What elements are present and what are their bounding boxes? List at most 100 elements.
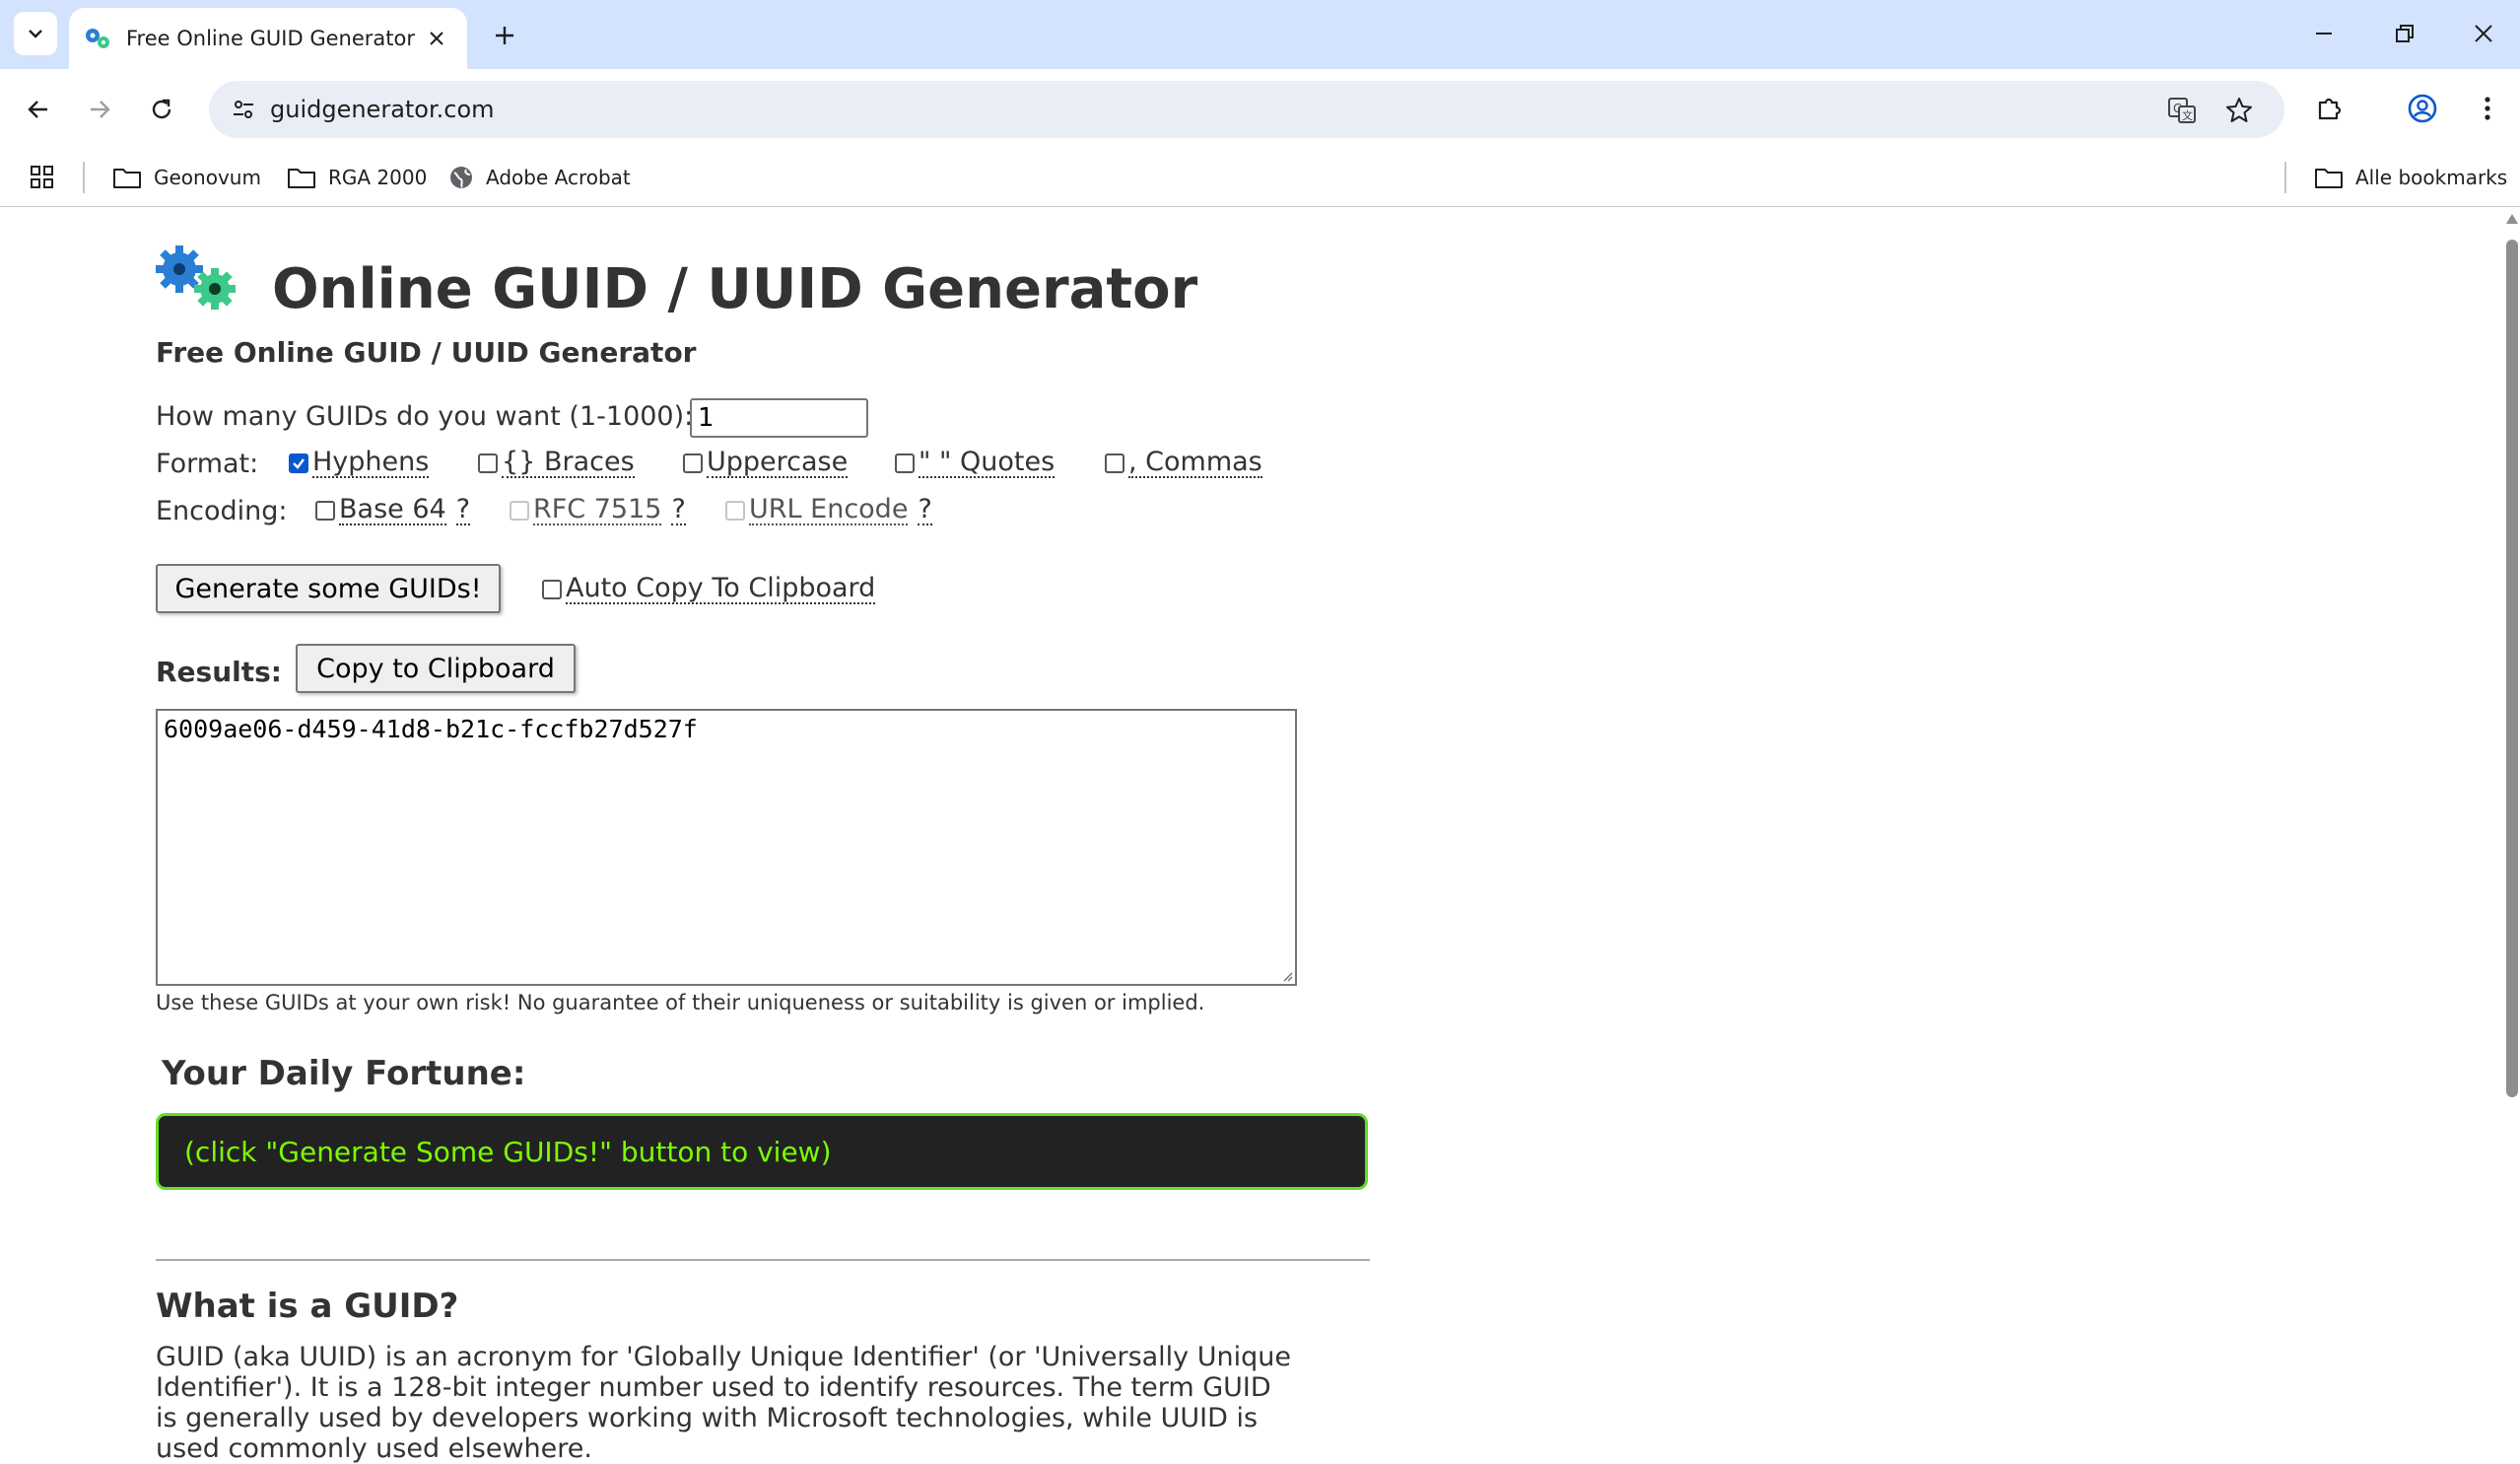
star-bookmark-icon[interactable] xyxy=(2221,93,2257,128)
uppercase-checkbox[interactable] xyxy=(683,453,703,473)
fortune-box: (click "Generate Some GUIDs!" button to … xyxy=(156,1113,1368,1190)
close-window-button[interactable] xyxy=(2460,12,2507,55)
back-button[interactable] xyxy=(18,89,59,130)
guid-count-input[interactable] xyxy=(690,398,868,438)
encoding-rfc7515-option[interactable]: RFC 7515 ? xyxy=(510,496,686,525)
checkmark-icon xyxy=(293,458,305,469)
urlencode-checkbox[interactable] xyxy=(725,501,745,521)
reload-icon xyxy=(152,99,171,119)
bookmark-label: RGA 2000 xyxy=(328,166,428,189)
bookmark-label: Adobe Acrobat xyxy=(486,166,631,189)
commas-label: , Commas xyxy=(1128,447,1262,478)
close-icon xyxy=(2475,25,2492,42)
scroll-up-arrow-icon[interactable] xyxy=(2506,214,2518,224)
count-label: How many GUIDs do you want (1-1000): xyxy=(156,401,694,432)
format-braces-option[interactable]: {} Braces xyxy=(478,449,635,478)
auto-copy-option[interactable]: Auto Copy To Clipboard xyxy=(542,575,876,604)
extensions-button[interactable] xyxy=(2308,87,2351,130)
bookmarks-separator xyxy=(83,162,85,193)
copy-to-clipboard-button[interactable]: Copy to Clipboard xyxy=(296,644,576,693)
reload-button[interactable] xyxy=(141,89,182,130)
encoding-urlencode-option[interactable]: URL Encode ? xyxy=(725,496,932,525)
all-bookmarks-label: Alle bookmarks xyxy=(2355,166,2508,189)
base64-help-link[interactable]: ? xyxy=(455,496,471,525)
base64-checkbox[interactable] xyxy=(315,501,335,521)
hyphens-label: Hyphens xyxy=(312,447,430,478)
tab-close-icon[interactable] xyxy=(422,24,451,53)
page-content: Online GUID / UUID Generator Free Online… xyxy=(0,208,2503,1464)
what-is-guid-heading: What is a GUID? xyxy=(156,1287,459,1326)
rfc7515-help-link[interactable]: ? xyxy=(671,496,686,525)
bookmark-adobe-acrobat[interactable]: Adobe Acrobat xyxy=(448,160,631,195)
rfc7515-checkbox[interactable] xyxy=(510,501,529,521)
url-text[interactable]: guidgenerator.com xyxy=(270,96,495,123)
format-quotes-option[interactable]: " " Quotes xyxy=(895,447,1056,478)
fortune-text: (click "Generate Some GUIDs!" button to … xyxy=(184,1135,832,1168)
profile-button[interactable] xyxy=(2401,87,2444,130)
restore-button[interactable] xyxy=(2381,12,2428,55)
encoding-base64-option[interactable]: Base 64 ? xyxy=(315,494,471,525)
folder-icon xyxy=(2315,169,2343,188)
format-label: Format: xyxy=(156,449,259,479)
commas-checkbox[interactable] xyxy=(1105,453,1124,473)
favicon-gears-icon xyxy=(86,29,109,48)
section-divider xyxy=(156,1259,1370,1261)
profile-icon xyxy=(2408,94,2437,123)
new-tab-button[interactable] xyxy=(487,18,522,53)
svg-text:文: 文 xyxy=(2182,108,2193,122)
format-commas-option[interactable]: , Commas xyxy=(1105,449,1262,478)
quotes-label: " " Quotes xyxy=(919,447,1056,478)
menu-button[interactable] xyxy=(2466,87,2509,130)
apps-grid-icon xyxy=(31,166,53,188)
encoding-label: Encoding: xyxy=(156,496,288,526)
all-bookmarks-button[interactable]: Alle bookmarks xyxy=(2314,160,2507,195)
disclaimer-text: Use these GUIDs at your own risk! No gua… xyxy=(156,991,1205,1014)
tab-strip: Free Online GUID Generator xyxy=(0,0,2520,69)
what-is-guid-text: GUID (aka UUID) is an acronym for 'Globa… xyxy=(156,1342,1291,1464)
tab-title: Free Online GUID Generator xyxy=(126,27,415,50)
base64-label: Base 64 xyxy=(339,494,446,525)
results-label: Results: xyxy=(156,656,282,688)
format-hyphens-option[interactable]: Hyphens xyxy=(289,447,430,478)
globe-icon xyxy=(450,167,472,188)
arrow-right-icon xyxy=(91,101,110,118)
bookmark-rga-2000[interactable]: RGA 2000 xyxy=(287,160,427,195)
arrow-left-icon xyxy=(28,101,47,118)
results-textarea[interactable]: 6009ae06-d459-41d8-b21c-fccfb27d527f xyxy=(156,709,1297,986)
scrollbar-thumb[interactable] xyxy=(2506,240,2518,1097)
translate-icon[interactable]: G文 xyxy=(2164,93,2200,128)
page-subtitle: Free Online GUID / UUID Generator xyxy=(156,336,697,369)
page-title: Online GUID / UUID Generator xyxy=(272,257,1198,321)
page-scrollbar[interactable] xyxy=(2503,208,2520,1464)
address-bar[interactable]: guidgenerator.com G文 xyxy=(209,81,2284,138)
minimize-button[interactable] xyxy=(2300,12,2348,55)
rfc7515-label: RFC 7515 xyxy=(533,494,662,525)
gears-logo-icon xyxy=(156,245,236,310)
folder-icon xyxy=(113,169,141,188)
braces-checkbox[interactable] xyxy=(478,453,498,473)
bookmarks-bar: Geonovum RGA 2000 Adobe Acrobat Alle boo… xyxy=(0,150,2520,207)
generate-guids-button[interactable]: Generate some GUIDs! xyxy=(156,564,501,613)
fortune-title: Your Daily Fortune: xyxy=(162,1054,526,1093)
bookmark-label: Geonovum xyxy=(154,166,261,189)
tab-search-button[interactable] xyxy=(14,12,57,55)
hyphens-checkbox[interactable] xyxy=(289,453,308,473)
active-tab[interactable]: Free Online GUID Generator xyxy=(69,8,467,69)
plus-icon xyxy=(496,27,513,44)
format-uppercase-option[interactable]: Uppercase xyxy=(683,449,849,478)
more-vertical-icon xyxy=(2485,97,2490,120)
urlencode-help-link[interactable]: ? xyxy=(918,496,932,525)
urlencode-label: URL Encode xyxy=(749,494,909,525)
chevron-down-icon xyxy=(29,30,42,38)
site-info-icon[interactable] xyxy=(229,95,258,124)
forward-button[interactable] xyxy=(79,89,120,130)
minimize-icon xyxy=(2316,33,2332,35)
resize-grip-icon[interactable] xyxy=(1281,970,1293,982)
auto-copy-checkbox[interactable] xyxy=(542,580,562,599)
apps-button[interactable] xyxy=(30,160,67,195)
result-guid: 6009ae06-d459-41d8-b21c-fccfb27d527f xyxy=(164,715,698,743)
braces-label: {} Braces xyxy=(502,447,635,478)
bookmarks-separator-right xyxy=(2284,162,2286,193)
quotes-checkbox[interactable] xyxy=(895,453,915,473)
bookmark-geonovum[interactable]: Geonovum xyxy=(112,160,261,195)
